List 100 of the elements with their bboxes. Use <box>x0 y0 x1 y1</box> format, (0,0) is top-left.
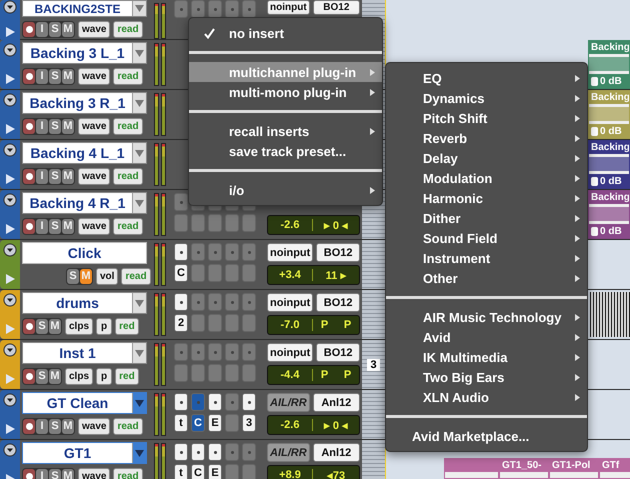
track-toggle-button[interactable]: S <box>49 168 61 184</box>
output-selector[interactable]: BO12 <box>312 0 360 15</box>
send-slot[interactable] <box>225 264 239 282</box>
insert-slot[interactable] <box>191 443 205 461</box>
insert-slot[interactable] <box>225 0 239 18</box>
send-slot[interactable]: t <box>174 464 188 479</box>
track-view-button[interactable]: wave <box>78 20 110 38</box>
record-button[interactable] <box>23 418 35 434</box>
insert-slot[interactable] <box>208 393 222 411</box>
menu-item[interactable]: AIR Music Technology <box>386 307 587 327</box>
dropdown-circle-icon[interactable] <box>3 243 17 257</box>
record-button[interactable] <box>23 218 35 234</box>
menu-item[interactable]: Dither <box>386 208 587 228</box>
track-name-field[interactable]: GT1 <box>22 442 147 464</box>
insert-slot[interactable] <box>242 393 256 411</box>
track-toggle-button[interactable]: I <box>36 118 48 134</box>
send-slot[interactable] <box>191 214 205 232</box>
dropdown-circle-icon[interactable] <box>3 0 17 14</box>
audio-clip[interactable]: GT1-Pol <box>549 458 599 479</box>
dropdown-circle-icon[interactable] <box>3 343 17 357</box>
track-view-button[interactable]: wave <box>78 118 110 134</box>
track-toggle-button[interactable]: M <box>62 418 74 434</box>
track-name-field[interactable]: BACKING2STE <box>22 0 147 17</box>
track-toggle-button[interactable]: S <box>36 318 48 334</box>
waveform-clip[interactable] <box>590 292 630 337</box>
insert-slot[interactable] <box>174 443 188 461</box>
track-toggle-button[interactable]: M <box>49 318 61 334</box>
menu-item[interactable]: XLN Audio <box>386 387 587 407</box>
track-view-button[interactable]: wave <box>78 218 110 234</box>
input-selector[interactable]: noinput <box>267 0 310 15</box>
track-view-button[interactable]: wave <box>78 68 110 84</box>
menu-item[interactable]: Instrument <box>386 248 587 268</box>
insert-slot[interactable] <box>242 0 256 18</box>
track-view-button[interactable]: wave <box>78 418 110 434</box>
track-toggle-button[interactable]: S <box>67 268 79 284</box>
output-selector[interactable]: Anl12 <box>312 443 360 462</box>
send-slot[interactable]: C <box>191 414 205 432</box>
send-slot[interactable] <box>174 214 188 232</box>
send-slot[interactable] <box>225 214 239 232</box>
expand-triangle-icon[interactable] <box>4 273 16 285</box>
dropdown-circle-icon[interactable] <box>3 43 17 57</box>
send-slot[interactable] <box>242 314 256 332</box>
send-slot[interactable] <box>208 214 222 232</box>
audio-clip[interactable]: Backing 0 dB <box>588 190 630 239</box>
track-toggle-button[interactable]: I <box>36 168 48 184</box>
insert-slot[interactable] <box>174 293 188 311</box>
insert-slot[interactable] <box>208 443 222 461</box>
volume-value[interactable]: -2.6 <box>268 419 313 431</box>
insert-slot[interactable] <box>174 243 188 261</box>
volume-value[interactable]: -4.4 <box>268 369 313 381</box>
pan-value[interactable]: ▸ 0 ◂ <box>324 218 348 232</box>
menu-item[interactable]: Avid <box>386 327 587 347</box>
audio-clip[interactable]: GTf <box>599 458 630 479</box>
expand-triangle-icon[interactable] <box>4 423 16 435</box>
track-view-button[interactable]: clps <box>65 368 94 384</box>
track-name-field[interactable]: Inst 1 <box>22 342 147 364</box>
menu-item[interactable]: Pitch Shift <box>386 108 587 128</box>
dropdown-circle-icon[interactable] <box>3 143 17 157</box>
pan-value[interactable]: ▸ 0 ◂ <box>324 418 348 432</box>
menu-item[interactable]: EQ <box>386 68 587 88</box>
insert-slot[interactable] <box>191 0 205 18</box>
menu-item[interactable]: Dynamics <box>386 88 587 108</box>
expand-triangle-icon[interactable] <box>4 26 16 38</box>
send-slot[interactable] <box>242 214 256 232</box>
send-slot[interactable]: C <box>191 464 205 479</box>
track-toggle-button[interactable]: M <box>62 168 74 184</box>
track-toggle-button[interactable]: S <box>49 118 61 134</box>
dropdown-circle-icon[interactable] <box>3 93 17 107</box>
track-toggle-button[interactable]: I <box>36 22 48 36</box>
send-slot[interactable] <box>225 364 239 382</box>
send-slot[interactable] <box>242 264 256 282</box>
expand-triangle-icon[interactable] <box>4 173 16 185</box>
pan-value[interactable]: P <box>344 369 352 381</box>
menu-item[interactable]: Avid Marketplace... <box>386 426 587 446</box>
send-slot[interactable]: t <box>174 414 188 432</box>
playlist-button[interactable]: p <box>96 318 112 334</box>
track-toggle-button[interactable]: S <box>36 368 48 384</box>
record-button[interactable] <box>23 468 35 479</box>
menu-item[interactable]: i/o <box>189 180 382 200</box>
input-selector[interactable]: noinput <box>267 343 314 362</box>
audio-clip[interactable]: Backing 0 dB <box>588 40 630 89</box>
track-toggle-button[interactable]: M <box>62 468 74 479</box>
audio-clip[interactable]: Backing 0 dB <box>588 140 630 189</box>
track-toggle-button[interactable]: M <box>62 68 74 84</box>
record-button[interactable] <box>23 168 35 184</box>
menu-item[interactable]: recall inserts <box>189 121 382 141</box>
insert-slot[interactable] <box>174 393 188 411</box>
expand-triangle-icon[interactable] <box>4 123 16 135</box>
output-selector[interactable]: BO12 <box>316 293 360 312</box>
send-slot[interactable] <box>242 364 256 382</box>
dropdown-circle-icon[interactable] <box>3 193 17 207</box>
track-toggle-button[interactable]: M <box>62 22 74 36</box>
menu-item[interactable]: no insert <box>189 23 382 43</box>
track-view-button[interactable]: vol <box>96 268 118 284</box>
input-selector[interactable]: noinput <box>267 293 314 312</box>
send-slot[interactable]: 2 <box>174 314 188 332</box>
track-toggle-button[interactable]: M <box>62 218 74 234</box>
send-slot[interactable] <box>208 364 222 382</box>
track-name-field[interactable]: Backing 4 L_1 <box>22 142 147 164</box>
record-button[interactable] <box>23 368 35 384</box>
